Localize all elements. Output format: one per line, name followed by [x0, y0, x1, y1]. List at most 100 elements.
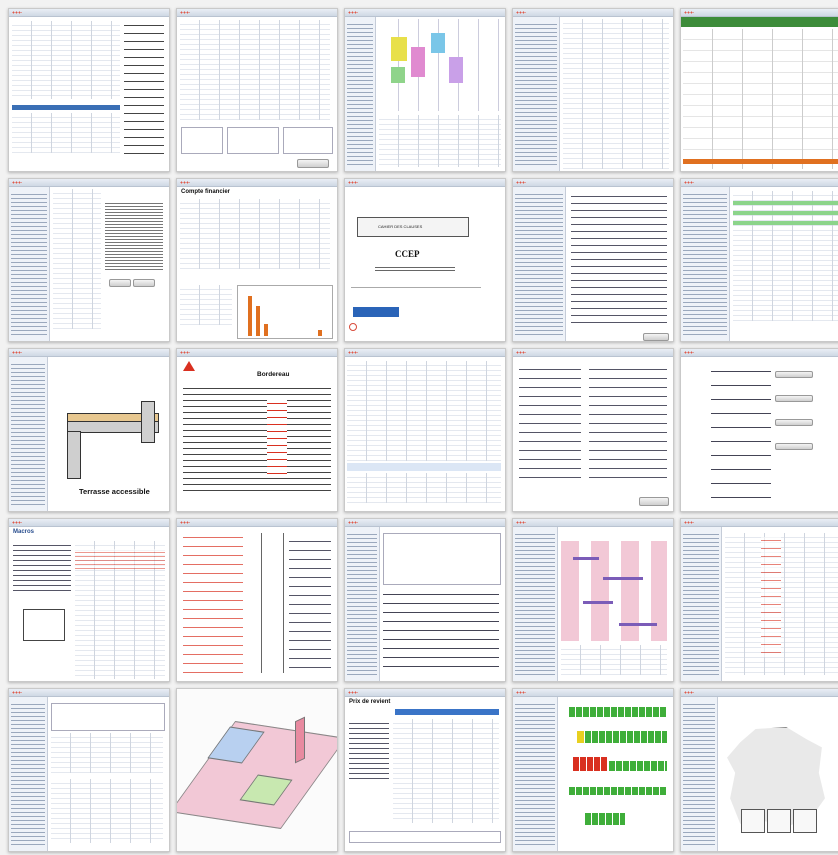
navigation-tree[interactable] — [9, 187, 50, 341]
event-block[interactable] — [391, 37, 407, 61]
region-list[interactable] — [681, 697, 718, 851]
dropdown[interactable] — [775, 395, 813, 402]
highlighted-row[interactable] — [733, 221, 838, 225]
tile-options-dialog[interactable] — [512, 348, 674, 512]
ok-button[interactable] — [297, 159, 329, 168]
flagged-rows — [75, 549, 165, 569]
tile-prix-de-revient[interactable]: Prix de revient — [344, 688, 506, 852]
window-titlebar — [177, 349, 337, 357]
confirm-button[interactable] — [643, 333, 669, 341]
action-button[interactable] — [109, 279, 131, 287]
tile-estimate-sheet[interactable] — [344, 348, 506, 512]
gantt-bar[interactable] — [619, 623, 657, 626]
totals-table — [347, 473, 501, 503]
tile-bordereau[interactable]: Bordereau — [176, 348, 338, 512]
tile-structure-tree[interactable] — [512, 178, 674, 342]
item-list[interactable] — [349, 719, 389, 779]
ok-button[interactable] — [639, 497, 669, 506]
tile-accounting-form[interactable] — [8, 8, 170, 172]
form-group — [181, 127, 223, 154]
tile-3d-plan[interactable] — [176, 688, 338, 852]
estimate-table — [347, 361, 501, 461]
dropdown[interactable] — [775, 371, 813, 378]
window-titlebar — [345, 519, 505, 527]
dropdown[interactable] — [775, 443, 813, 450]
tile-supplier-form[interactable] — [8, 688, 170, 852]
load-row — [569, 787, 667, 795]
overload-row — [573, 757, 607, 771]
window-titlebar — [681, 9, 838, 17]
tile-macros[interactable]: Macros — [8, 518, 170, 682]
tree-sidebar[interactable] — [513, 187, 566, 341]
document-text — [105, 201, 163, 271]
property-list[interactable] — [383, 589, 499, 675]
inset-map — [741, 809, 765, 833]
tree-connector — [261, 533, 262, 673]
tile-form-sections[interactable] — [680, 348, 838, 512]
budget-table — [563, 19, 669, 169]
inset-map — [793, 809, 817, 833]
filter-panel — [180, 285, 232, 325]
cost-table — [393, 719, 499, 823]
form-group — [227, 127, 279, 154]
outline-items[interactable] — [183, 533, 243, 673]
tile-budget-tree[interactable] — [512, 8, 674, 172]
window-titlebar — [9, 349, 169, 357]
action-button[interactable] — [133, 279, 155, 287]
event-block[interactable] — [431, 33, 445, 53]
status-bar — [353, 307, 399, 317]
task-tree[interactable] — [513, 527, 558, 681]
window-titlebar — [9, 519, 169, 527]
tile-green-register[interactable] — [680, 178, 838, 342]
settings-panel[interactable] — [589, 365, 667, 485]
chart-bar — [318, 330, 322, 336]
highlighted-row[interactable] — [733, 201, 838, 205]
warning-icon — [349, 323, 357, 331]
drawing-caption: Terrasse accessible — [79, 487, 150, 496]
options-list[interactable] — [519, 365, 581, 485]
options-sidebar[interactable] — [681, 187, 730, 341]
tile-compte-financier[interactable]: Compte financier — [176, 178, 338, 342]
tile-invoice-list[interactable] — [176, 8, 338, 172]
tile-construction-detail[interactable]: Terrasse accessible — [8, 348, 170, 512]
parapet — [141, 401, 155, 443]
tile-outline-view[interactable] — [176, 518, 338, 682]
tile-resource-chart[interactable] — [512, 688, 674, 852]
tile-property-editor[interactable] — [344, 518, 506, 682]
tree-sidebar[interactable] — [513, 17, 560, 171]
gantt-bar[interactable] — [583, 601, 613, 604]
tile-gantt-planning[interactable] — [512, 518, 674, 682]
tile-entries-list[interactable] — [680, 518, 838, 682]
chart-bar — [248, 296, 252, 336]
tile-financial-report[interactable] — [680, 8, 838, 172]
gantt-bar[interactable] — [603, 577, 643, 580]
event-block[interactable] — [391, 67, 405, 83]
category-sidebar[interactable] — [681, 527, 722, 681]
load-cell — [577, 731, 584, 743]
detail-pane — [571, 193, 667, 329]
gantt-bar[interactable] — [573, 557, 599, 560]
element-tree[interactable] — [9, 357, 48, 511]
dropdown[interactable] — [775, 419, 813, 426]
screenshot-mosaic: Compte financier CAHIER DES CLAUSES CCEP — [8, 8, 838, 855]
gantt-timeline — [561, 541, 667, 641]
supplier-tree[interactable] — [9, 697, 48, 851]
tile-cctp-document[interactable]: CAHIER DES CLAUSES CCEP — [344, 178, 506, 342]
tile-document-editor[interactable] — [8, 178, 170, 342]
section-tree[interactable] — [345, 527, 380, 681]
load-row — [585, 813, 625, 825]
tile-france-map[interactable] — [680, 688, 838, 852]
event-block[interactable] — [411, 47, 425, 77]
tile-planning-calendar[interactable] — [344, 8, 506, 172]
resource-tree[interactable] — [513, 697, 558, 851]
event-block[interactable] — [449, 57, 463, 83]
window-titlebar — [345, 179, 505, 187]
bordereau-lines — [183, 385, 331, 495]
folder-sidebar[interactable] — [345, 17, 376, 171]
bar-chart — [237, 285, 333, 339]
logo-icon — [183, 361, 195, 371]
subtotal-row — [347, 463, 501, 471]
supplier-table — [51, 733, 163, 773]
highlighted-row[interactable] — [733, 211, 838, 215]
macro-list[interactable] — [13, 541, 71, 591]
